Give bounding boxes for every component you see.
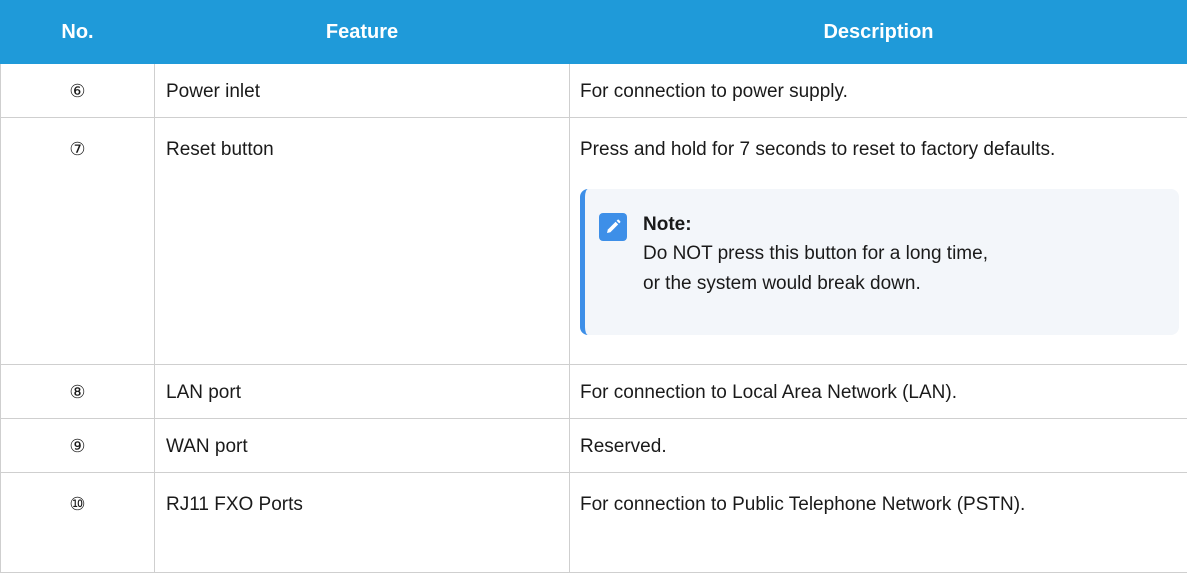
- row-feature: Reset button: [155, 118, 570, 365]
- row-feature: LAN port: [155, 365, 570, 419]
- table-row: ⑨ WAN port Reserved.: [1, 419, 1187, 473]
- table-row: ⑦ Reset button Press and hold for 7 seco…: [1, 118, 1187, 365]
- row-feature: RJ11 FXO Ports: [155, 473, 570, 573]
- table-row: ⑥ Power inlet For connection to power su…: [1, 64, 1187, 118]
- row-description-cell: Press and hold for 7 seconds to reset to…: [570, 118, 1187, 365]
- row-feature: Power inlet: [155, 64, 570, 118]
- note-text-line: Do NOT press this button for a long time…: [643, 239, 988, 269]
- header-feature: Feature: [155, 1, 570, 64]
- row-description: For connection to Local Area Network (LA…: [570, 365, 1187, 419]
- note-text-line: or the system would break down.: [643, 269, 988, 299]
- row-number: ⑦: [1, 118, 155, 365]
- row-number: ⑥: [1, 64, 155, 118]
- note-body: Note: Do NOT press this button for a lon…: [643, 211, 988, 299]
- pencil-icon: [599, 213, 627, 241]
- header-description: Description: [570, 1, 1187, 64]
- note-title: Note:: [643, 211, 988, 239]
- note-callout: Note: Do NOT press this button for a lon…: [580, 189, 1179, 335]
- row-description: For connection to Public Telephone Netwo…: [570, 473, 1187, 573]
- table-row: ⑩ RJ11 FXO Ports For connection to Publi…: [1, 473, 1187, 573]
- row-description: For connection to power supply.: [570, 64, 1187, 118]
- table-row: ⑧ LAN port For connection to Local Area …: [1, 365, 1187, 419]
- table-header-row: No. Feature Description: [1, 1, 1187, 64]
- row-description: Press and hold for 7 seconds to reset to…: [580, 135, 1177, 165]
- row-number: ⑨: [1, 419, 155, 473]
- row-number: ⑩: [1, 473, 155, 573]
- row-description: Reserved.: [570, 419, 1187, 473]
- header-no: No.: [1, 1, 155, 64]
- row-feature: WAN port: [155, 419, 570, 473]
- feature-table: No. Feature Description ⑥ Power inlet Fo…: [0, 0, 1187, 573]
- row-number: ⑧: [1, 365, 155, 419]
